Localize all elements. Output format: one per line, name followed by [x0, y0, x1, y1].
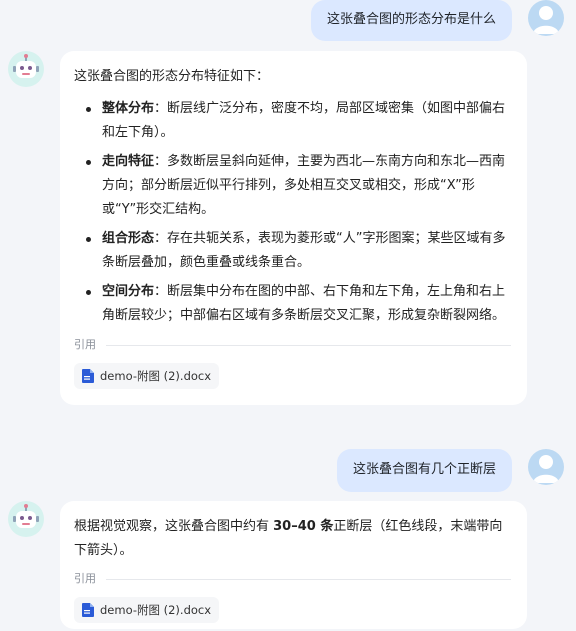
- user-avatar-icon: [528, 0, 564, 36]
- point-term: 空间分布: [102, 284, 155, 299]
- citation-label: 引用: [74, 338, 96, 351]
- point-term: 走向特征: [102, 154, 155, 169]
- point-text: ：断层集中分布在图的中部、右下角和左下角，左上角和右上角断层较少；中部偏右区域有…: [102, 284, 506, 323]
- user-message-1: 这张叠合图的形态分布是什么: [310, 0, 512, 41]
- citation-label: 引用: [74, 572, 96, 585]
- robot-avatar-icon: [8, 501, 44, 537]
- answer-point: 空间分布：断层集中分布在图的中部、右下角和左下角，左上角和右上角断层较少；中部偏…: [86, 280, 511, 328]
- bot-message-2: 根据视觉观察，这张叠合图中约有 30–40 条正断层（红色线段，末端带向下箭头）…: [60, 501, 527, 629]
- fault-count: 30–40 条: [273, 519, 334, 534]
- user-message-text: 这张叠合图有几个正断层: [352, 462, 496, 477]
- answer-points: 整体分布：断层线广泛分布，密度不均，局部区域密集（如图中部偏右和左下角）。 走向…: [74, 97, 511, 328]
- user-avatar-icon: [528, 449, 564, 485]
- answer-point: 组合形态：存在共轭关系，表现为菱形或“人”字形图案；某些区域有多条断层叠加，颜色…: [86, 227, 511, 275]
- point-text: ：断层线广泛分布，密度不均，局部区域密集（如图中部偏右和左下角）。: [102, 101, 506, 140]
- word-doc-icon: [82, 603, 94, 617]
- point-term: 组合形态: [102, 231, 155, 246]
- cited-file-name: demo-附图 (2).docx: [100, 369, 212, 383]
- answer-intro: 这张叠合图的形态分布特征如下：: [74, 69, 270, 84]
- user-message-2: 这张叠合图有几个正断层: [336, 449, 512, 492]
- point-text: ：存在共轭关系，表现为菱形或“人”字形图案；某些区域有多条断层叠加，颜色重叠或线…: [102, 231, 506, 270]
- answer-text-before: 根据视觉观察，这张叠合图中约有: [74, 519, 274, 534]
- cited-file-name: demo-附图 (2).docx: [100, 603, 212, 617]
- answer-point: 整体分布：断层线广泛分布，密度不均，局部区域密集（如图中部偏右和左下角）。: [86, 97, 511, 145]
- answer-point: 走向特征：多数断层呈斜向延伸，主要为西北—东南方向和东北—西南方向；部分断层近似…: [86, 150, 511, 222]
- answer-text: 根据视觉观察，这张叠合图中约有 30–40 条正断层（红色线段，末端带向下箭头）…: [74, 515, 511, 563]
- cited-file-link[interactable]: demo-附图 (2).docx: [74, 597, 220, 623]
- citation-divider: [106, 344, 511, 346]
- word-doc-icon: [82, 369, 94, 383]
- cited-file-link[interactable]: demo-附图 (2).docx: [74, 363, 220, 389]
- citation-divider: [106, 578, 511, 580]
- robot-avatar-icon: [8, 51, 44, 87]
- point-text: ：多数断层呈斜向延伸，主要为西北—东南方向和东北—西南方向；部分断层近似平行排列…: [102, 154, 506, 217]
- bot-message-1: 这张叠合图的形态分布特征如下： 整体分布：断层线广泛分布，密度不均，局部区域密集…: [60, 51, 527, 405]
- point-term: 整体分布: [102, 101, 155, 116]
- citation-header: 引用: [74, 567, 511, 591]
- citation-header: 引用: [74, 333, 511, 357]
- user-message-text: 这张叠合图的形态分布是什么: [326, 12, 496, 27]
